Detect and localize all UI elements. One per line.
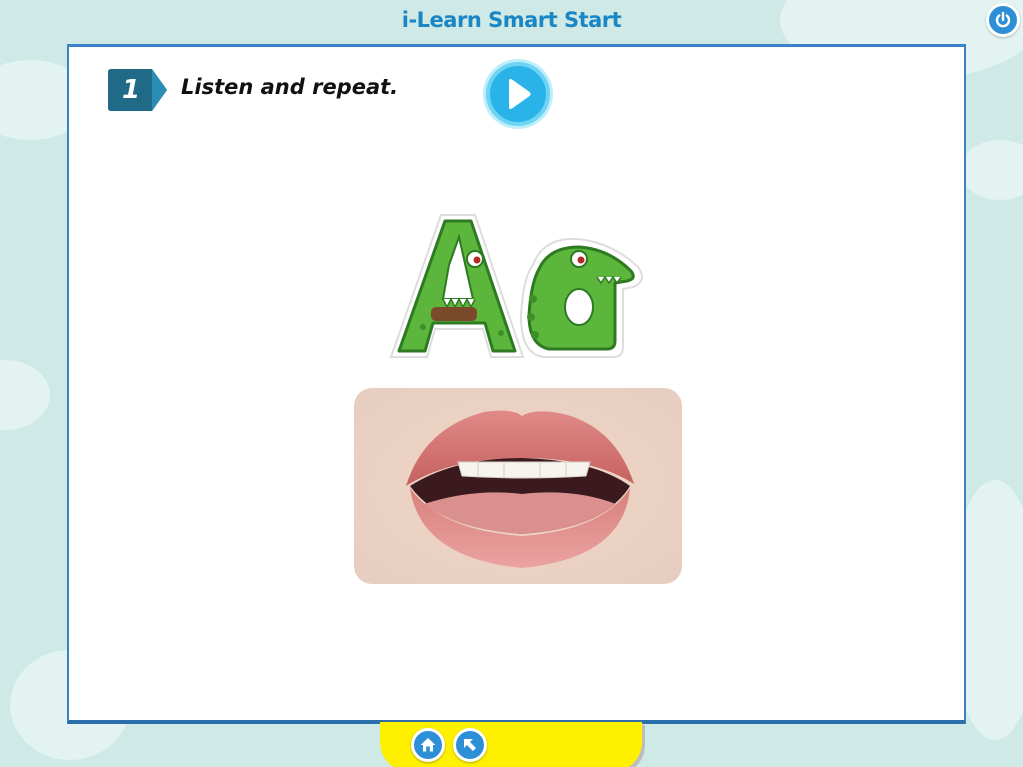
letter-aa-illustration [383,207,653,367]
play-audio-button[interactable] [486,62,550,126]
activity-number: 1 [121,75,141,105]
app-title: i-Learn Smart Start [401,8,622,32]
back-button[interactable] [453,728,487,762]
mouth-photo [354,388,682,584]
power-button[interactable] [986,3,1020,37]
background-cloud [960,140,1023,200]
background-cloud [0,360,50,430]
play-icon [509,79,531,109]
home-icon [420,738,436,752]
bottom-nav-bar [380,722,642,767]
home-button[interactable] [411,728,445,762]
back-arrow-icon [464,739,476,751]
lesson-panel: 1 Listen and repeat. [67,44,966,724]
power-icon [995,11,1011,28]
activity-number-badge: 1 [108,69,168,111]
activity-instruction: Listen and repeat. [181,75,399,99]
